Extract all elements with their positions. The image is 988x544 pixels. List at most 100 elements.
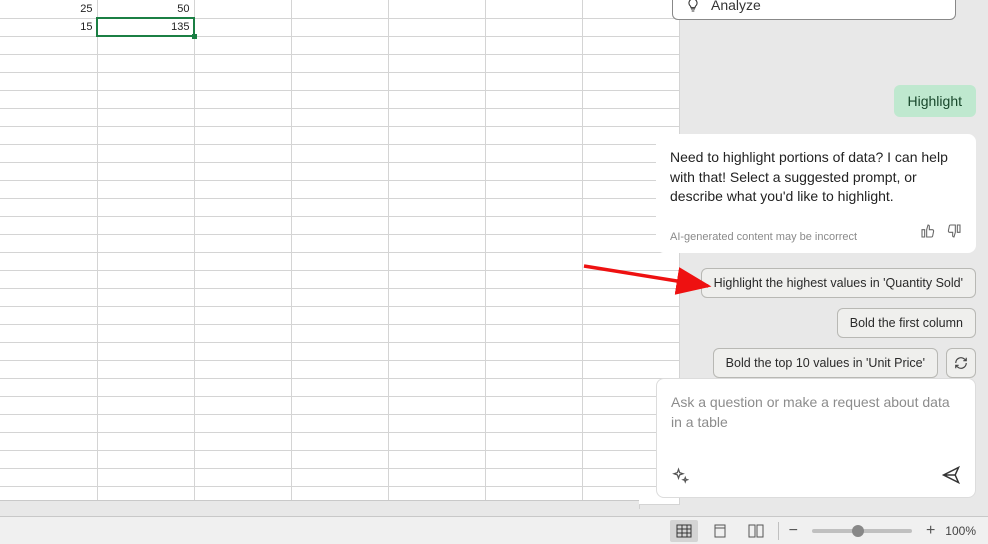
- cell[interactable]: [485, 54, 582, 72]
- cell[interactable]: [485, 342, 582, 360]
- cell[interactable]: [194, 234, 291, 252]
- cell[interactable]: [388, 0, 485, 18]
- cell[interactable]: [0, 396, 97, 414]
- cell[interactable]: [194, 486, 291, 504]
- cell[interactable]: [194, 360, 291, 378]
- cell[interactable]: [194, 468, 291, 486]
- cell[interactable]: [291, 360, 388, 378]
- cell[interactable]: [0, 252, 97, 270]
- cell[interactable]: [194, 270, 291, 288]
- sparkle-icon[interactable]: [671, 467, 689, 485]
- suggestion-bold-first-column[interactable]: Bold the first column: [837, 308, 976, 338]
- cell[interactable]: [388, 414, 485, 432]
- cell[interactable]: [485, 108, 582, 126]
- cell[interactable]: [194, 0, 291, 18]
- cell[interactable]: [97, 36, 194, 54]
- cell[interactable]: [485, 36, 582, 54]
- cell[interactable]: [291, 378, 388, 396]
- cell[interactable]: [485, 360, 582, 378]
- cell[interactable]: [485, 126, 582, 144]
- cell[interactable]: [97, 270, 194, 288]
- cell[interactable]: [194, 144, 291, 162]
- cell[interactable]: [194, 396, 291, 414]
- cell[interactable]: [388, 18, 485, 36]
- cell[interactable]: [291, 108, 388, 126]
- cell[interactable]: [388, 288, 485, 306]
- cell[interactable]: [388, 162, 485, 180]
- cell[interactable]: [388, 252, 485, 270]
- cell[interactable]: [194, 36, 291, 54]
- cell[interactable]: [0, 324, 97, 342]
- cell[interactable]: [582, 0, 679, 18]
- cell[interactable]: [194, 216, 291, 234]
- cell[interactable]: [97, 288, 194, 306]
- cell[interactable]: [0, 342, 97, 360]
- zoom-out-button[interactable]: −: [787, 522, 800, 540]
- cell[interactable]: [0, 36, 97, 54]
- cell[interactable]: [388, 180, 485, 198]
- cell[interactable]: [194, 378, 291, 396]
- cell[interactable]: [582, 72, 679, 90]
- suggestion-bold-top10[interactable]: Bold the top 10 values in 'Unit Price': [713, 348, 938, 378]
- cell[interactable]: [582, 18, 679, 36]
- cell[interactable]: [194, 288, 291, 306]
- cell[interactable]: [388, 198, 485, 216]
- cell[interactable]: [97, 234, 194, 252]
- cell[interactable]: [388, 72, 485, 90]
- cell[interactable]: [97, 126, 194, 144]
- cell[interactable]: [291, 216, 388, 234]
- cell[interactable]: [388, 234, 485, 252]
- cell[interactable]: [291, 36, 388, 54]
- cell[interactable]: [485, 180, 582, 198]
- cell[interactable]: [194, 450, 291, 468]
- cell[interactable]: [485, 270, 582, 288]
- cell[interactable]: [388, 54, 485, 72]
- cell[interactable]: [291, 54, 388, 72]
- cell[interactable]: [0, 468, 97, 486]
- cell[interactable]: [97, 432, 194, 450]
- cell[interactable]: [388, 216, 485, 234]
- cell[interactable]: [0, 72, 97, 90]
- cell[interactable]: [388, 90, 485, 108]
- cell[interactable]: [388, 396, 485, 414]
- cell[interactable]: [485, 0, 582, 18]
- cell[interactable]: [194, 18, 291, 36]
- cell[interactable]: [291, 180, 388, 198]
- cell[interactable]: [291, 306, 388, 324]
- cell[interactable]: [0, 450, 97, 468]
- cell[interactable]: [388, 468, 485, 486]
- cell[interactable]: [0, 216, 97, 234]
- cell[interactable]: 25: [0, 0, 97, 18]
- cell[interactable]: [0, 90, 97, 108]
- send-button[interactable]: [941, 465, 961, 485]
- cell[interactable]: [485, 468, 582, 486]
- cell[interactable]: [194, 126, 291, 144]
- cell[interactable]: [0, 144, 97, 162]
- cell[interactable]: [388, 378, 485, 396]
- view-normal-button[interactable]: [670, 520, 698, 542]
- cell[interactable]: [291, 198, 388, 216]
- cell[interactable]: [194, 252, 291, 270]
- cell[interactable]: [0, 234, 97, 252]
- cell[interactable]: [388, 360, 485, 378]
- cell[interactable]: [97, 486, 194, 504]
- cell[interactable]: [0, 108, 97, 126]
- cell[interactable]: [291, 324, 388, 342]
- cell[interactable]: [485, 252, 582, 270]
- cell[interactable]: [0, 414, 97, 432]
- cell[interactable]: [291, 396, 388, 414]
- cell[interactable]: [485, 288, 582, 306]
- cell[interactable]: [0, 198, 97, 216]
- cell[interactable]: [582, 54, 679, 72]
- cell[interactable]: [291, 468, 388, 486]
- cell[interactable]: [97, 90, 194, 108]
- cell[interactable]: [0, 126, 97, 144]
- cell[interactable]: [388, 144, 485, 162]
- cell[interactable]: [485, 144, 582, 162]
- cell[interactable]: [485, 378, 582, 396]
- cell[interactable]: 15: [0, 18, 97, 36]
- cell[interactable]: [582, 36, 679, 54]
- cell[interactable]: [485, 90, 582, 108]
- cell[interactable]: [291, 72, 388, 90]
- cell[interactable]: [0, 360, 97, 378]
